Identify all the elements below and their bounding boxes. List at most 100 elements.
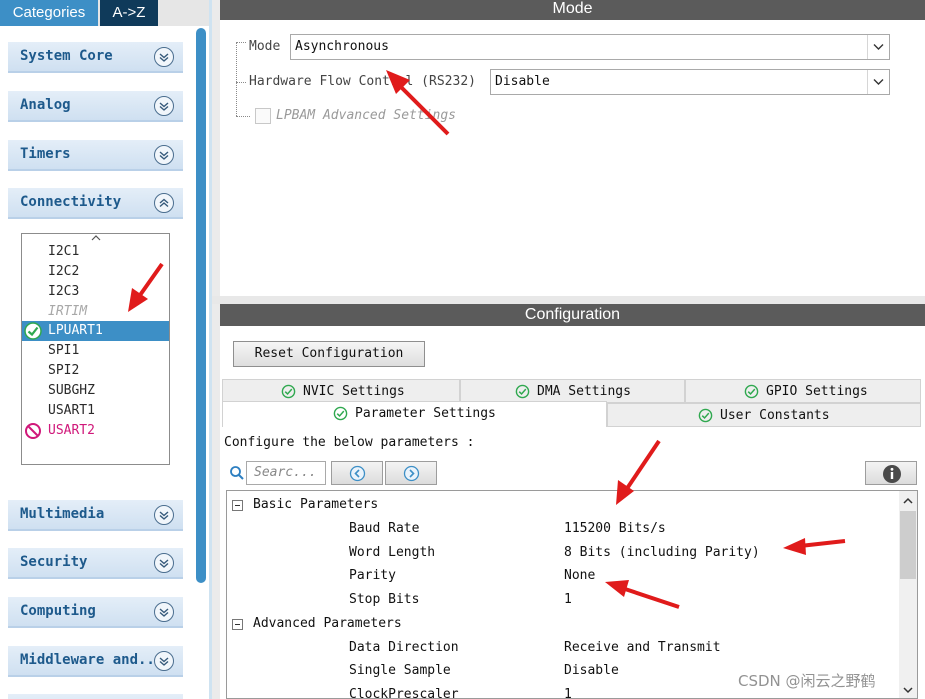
category-middleware[interactable]: Middleware and.. (8, 646, 183, 677)
param-value[interactable]: 1 (564, 592, 572, 607)
group-basic-parameters[interactable]: Basic Parameters (227, 494, 897, 518)
category-label: Middleware and.. (20, 652, 155, 668)
splitter[interactable] (212, 0, 220, 699)
category-analog[interactable]: Analog (8, 91, 183, 122)
tab-a-to-z[interactable]: A->Z (100, 0, 158, 26)
arrow-right-circle-icon (403, 465, 420, 482)
param-name: Parity (349, 568, 396, 583)
check-circle-icon (744, 384, 759, 399)
tab-categories[interactable]: Categories (0, 0, 98, 26)
list-item-usart2[interactable]: USART2 (22, 421, 169, 441)
group-label: Basic Parameters (253, 497, 379, 512)
category-label: Multimedia (20, 506, 105, 522)
tab-dma-settings[interactable]: DMA Settings (460, 379, 685, 403)
chevron-down-icon[interactable] (154, 145, 174, 165)
param-row-data-direction[interactable]: Data Direction Receive and Transmit (227, 637, 897, 661)
category-label: Timers (20, 146, 71, 162)
list-item-lpuart1[interactable]: LPUART1 (22, 321, 169, 341)
param-name: Data Direction (349, 640, 459, 655)
param-value[interactable]: 8 Bits (including Parity) (564, 545, 760, 560)
tree-line (236, 42, 246, 43)
list-item-subghz[interactable]: SUBGHZ (22, 381, 169, 401)
chevron-down-icon[interactable] (154, 651, 174, 671)
view-tabs: Categories A->Z (0, 0, 212, 26)
category-multimedia[interactable]: Multimedia (8, 500, 183, 531)
collapse-toggle[interactable] (232, 500, 243, 511)
check-circle-icon (515, 384, 530, 399)
category-label: Security (20, 554, 88, 570)
category-label: Analog (20, 97, 71, 113)
param-row-stop-bits[interactable]: Stop Bits 1 (227, 589, 897, 613)
info-icon (883, 465, 901, 483)
next-match-button[interactable] (385, 461, 437, 485)
chevron-down-icon[interactable] (154, 505, 174, 525)
list-item-spi1[interactable]: SPI1 (22, 341, 169, 361)
scroll-down-icon[interactable] (902, 684, 914, 696)
category-timers[interactable]: Timers (8, 140, 183, 171)
list-item-usart1[interactable]: USART1 (22, 401, 169, 421)
connectivity-list: I2C1 I2C2 I2C3 IRTIM LPUART1 SPI1 SPI2 S… (21, 233, 170, 465)
group-label: Advanced Parameters (253, 616, 402, 631)
tab-label: NVIC Settings (303, 384, 405, 399)
info-button[interactable] (865, 461, 917, 485)
category-computing[interactable]: Computing (8, 597, 183, 628)
search-input[interactable]: Searc... (246, 461, 326, 485)
param-value[interactable]: 115200 Bits/s (564, 521, 666, 536)
param-name: Single Sample (349, 663, 451, 678)
lpbam-checkbox[interactable] (255, 108, 271, 124)
category-scrollbar[interactable] (196, 28, 206, 583)
param-value[interactable]: Disable (564, 663, 619, 678)
category-next[interactable] (8, 694, 183, 699)
tree-line (236, 116, 250, 117)
list-item-spi2[interactable]: SPI2 (22, 361, 169, 381)
arrow-left-circle-icon (349, 465, 366, 482)
list-item-i2c1[interactable]: I2C1 (22, 242, 169, 262)
mode-header: Mode (220, 0, 925, 20)
forbidden-icon (25, 423, 41, 439)
tab-nvic-settings[interactable]: NVIC Settings (222, 379, 460, 403)
category-security[interactable]: Security (8, 548, 183, 579)
chevron-down-icon[interactable] (867, 70, 889, 94)
group-advanced-parameters[interactable]: Advanced Parameters (227, 613, 897, 637)
param-value[interactable]: Receive and Transmit (564, 640, 721, 655)
chevron-down-icon[interactable] (867, 35, 889, 59)
previous-match-button[interactable] (331, 461, 383, 485)
chevron-up-icon[interactable] (154, 193, 174, 213)
category-panel: Categories A->Z System Core Analog Timer… (0, 0, 212, 699)
flow-control-label: Hardware Flow Control (RS232) (249, 74, 476, 89)
check-circle-icon (24, 322, 42, 340)
tab-label: User Constants (720, 408, 830, 423)
list-item-i2c2[interactable]: I2C2 (22, 262, 169, 282)
flow-control-select[interactable]: Disable (490, 69, 890, 95)
param-row-word-length[interactable]: Word Length 8 Bits (including Parity) (227, 542, 897, 566)
scroll-up-icon[interactable] (902, 495, 914, 507)
chevron-down-icon[interactable] (154, 602, 174, 622)
chevron-down-icon[interactable] (154, 96, 174, 116)
param-value[interactable]: None (564, 568, 595, 583)
list-item-i2c3[interactable]: I2C3 (22, 282, 169, 302)
tab-parameter-settings[interactable]: Parameter Settings (222, 401, 607, 427)
category-connectivity[interactable]: Connectivity (8, 188, 183, 219)
param-name: ClockPrescaler (349, 687, 459, 699)
chevron-down-icon[interactable] (154, 47, 174, 67)
tab-gpio-settings[interactable]: GPIO Settings (685, 379, 921, 403)
tree-scrollbar[interactable] (899, 491, 917, 698)
mode-select[interactable]: Asynchronous (290, 34, 890, 60)
list-item-irtim[interactable]: IRTIM (22, 302, 169, 322)
mode-select-value: Asynchronous (295, 39, 389, 54)
list-item-label: USART2 (48, 423, 95, 438)
check-circle-icon (333, 406, 348, 421)
reset-configuration-button[interactable]: Reset Configuration (233, 341, 425, 367)
mode-label: Mode (249, 39, 281, 54)
category-system-core[interactable]: System Core (8, 42, 183, 73)
lpbam-label: LPBAM Advanced Settings (276, 108, 457, 123)
scrollbar-thumb[interactable] (900, 511, 916, 579)
param-row-baud-rate[interactable]: Baud Rate 115200 Bits/s (227, 518, 897, 542)
scroll-up-icon[interactable] (90, 234, 102, 242)
tab-user-constants[interactable]: User Constants (607, 403, 921, 427)
collapse-toggle[interactable] (232, 619, 243, 630)
chevron-down-icon[interactable] (154, 553, 174, 573)
param-value[interactable]: 1 (564, 687, 572, 698)
param-row-parity[interactable]: Parity None (227, 565, 897, 589)
category-label: Computing (20, 603, 96, 619)
